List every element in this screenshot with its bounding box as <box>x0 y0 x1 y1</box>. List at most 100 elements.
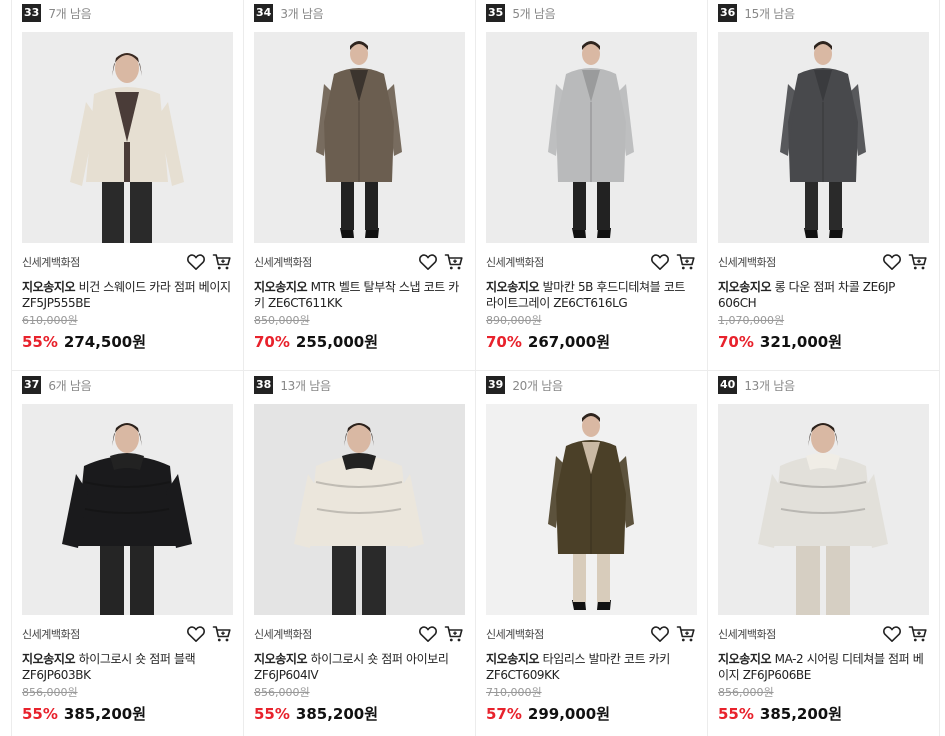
cart-icon[interactable] <box>212 625 232 643</box>
stock-remaining: 13개 남음 <box>744 378 795 393</box>
product-title[interactable]: 지오송지오 롱 다운 점퍼 차콜 ZE6JP 606CH <box>718 279 930 311</box>
sale-price: 267,000원 <box>527 333 611 351</box>
original-price: 856,000원 <box>718 686 774 699</box>
product-card-35[interactable]: 35 5개 남음 신세계백화점 지오송지오 발마칸 5B 후드디테쳐블 코트 라… <box>476 0 708 372</box>
brand-name: 지오송지오 <box>718 280 772 294</box>
model-photo <box>254 32 465 243</box>
discount-rate: 70% <box>254 333 290 351</box>
store-name: 신세계백화점 <box>718 628 776 641</box>
model-photo <box>718 404 929 615</box>
model-photo <box>22 404 233 615</box>
rank-badge: 34 <box>254 4 274 22</box>
model-photo <box>22 32 233 243</box>
product-image[interactable] <box>718 404 929 615</box>
brand-name: 지오송지오 <box>254 652 308 666</box>
rank-badge: 38 <box>254 376 274 394</box>
rank-badge: 36 <box>718 4 738 22</box>
product-image[interactable] <box>254 404 465 615</box>
product-title[interactable]: 지오송지오 발마칸 5B 후드디테쳐블 코트 라이트그레이 ZE6CT616LG <box>486 279 698 311</box>
heart-icon[interactable] <box>882 253 902 271</box>
store-name: 신세계백화점 <box>486 256 544 269</box>
sale-price: 274,500원 <box>63 333 147 351</box>
product-title[interactable]: 지오송지오 MA-2 시어링 디테쳐블 점퍼 베이지 ZF6JP606BE <box>718 651 930 683</box>
product-image[interactable] <box>486 404 697 615</box>
product-card-39[interactable]: 39 20개 남음 신세계백화점 지오송지오 타임리스 발마칸 코트 카키 ZF… <box>476 372 708 736</box>
original-price: 890,000원 <box>486 314 542 327</box>
brand-name: 지오송지오 <box>22 652 76 666</box>
heart-icon[interactable] <box>186 625 206 643</box>
store-name: 신세계백화점 <box>22 256 80 269</box>
product-image[interactable] <box>22 404 233 615</box>
cart-icon[interactable] <box>908 253 928 271</box>
heart-icon[interactable] <box>418 253 438 271</box>
rank-badge: 35 <box>486 4 506 22</box>
heart-icon[interactable] <box>650 625 670 643</box>
store-name: 신세계백화점 <box>254 628 312 641</box>
product-card-38[interactable]: 38 13개 남음 신세계백화점 지오송지오 하이그로시 숏 점퍼 아이보리 Z… <box>244 372 476 736</box>
store-name: 신세계백화점 <box>486 628 544 641</box>
product-card-40[interactable]: 40 13개 남음 신세계백화점 지오송지오 MA-2 시어링 디테쳐블 점퍼 … <box>708 372 940 736</box>
model-photo <box>486 32 697 243</box>
sale-price: 255,000원 <box>295 333 379 351</box>
product-image[interactable] <box>718 32 929 243</box>
product-card-34[interactable]: 34 3개 남음 신세계백화점 지오송지오 MTR 벨트 탈부착 스냅 코트 카… <box>244 0 476 372</box>
store-name: 신세계백화점 <box>254 256 312 269</box>
rank-badge: 40 <box>718 376 738 394</box>
cart-icon[interactable] <box>444 625 464 643</box>
sale-price: 299,000원 <box>527 705 611 723</box>
heart-icon[interactable] <box>418 625 438 643</box>
original-price: 1,070,000원 <box>718 314 785 327</box>
discount-rate: 55% <box>22 705 58 723</box>
original-price: 610,000원 <box>22 314 78 327</box>
brand-name: 지오송지오 <box>254 280 308 294</box>
discount-rate: 57% <box>486 705 522 723</box>
sale-price: 385,200원 <box>759 705 843 723</box>
product-image[interactable] <box>486 32 697 243</box>
product-card-37[interactable]: 37 6개 남음 신세계백화점 지오송지오 하이그로시 숏 점퍼 블랙 ZF6J… <box>12 372 244 736</box>
heart-icon[interactable] <box>882 625 902 643</box>
stock-remaining: 13개 남음 <box>280 378 331 393</box>
product-title[interactable]: 지오송지오 MTR 벨트 탈부착 스냅 코트 카키 ZE6CT611KK <box>254 279 466 311</box>
stock-remaining: 5개 남음 <box>512 6 556 21</box>
product-title[interactable]: 지오송지오 타임리스 발마칸 코트 카키 ZF6CT609KK <box>486 651 698 683</box>
brand-name: 지오송지오 <box>486 652 540 666</box>
product-title[interactable]: 지오송지오 하이그로시 숏 점퍼 블랙 ZF6JP603BK <box>22 651 234 683</box>
cart-icon[interactable] <box>676 625 696 643</box>
product-image[interactable] <box>22 32 233 243</box>
model-photo <box>254 404 465 615</box>
discount-rate: 55% <box>718 705 754 723</box>
sale-price: 385,200원 <box>295 705 379 723</box>
discount-rate: 55% <box>22 333 58 351</box>
rank-badge: 33 <box>22 4 42 22</box>
rank-badge: 37 <box>22 376 42 394</box>
original-price: 856,000원 <box>22 686 78 699</box>
cart-icon[interactable] <box>212 253 232 271</box>
stock-remaining: 15개 남음 <box>744 6 795 21</box>
cart-icon[interactable] <box>908 625 928 643</box>
heart-icon[interactable] <box>186 253 206 271</box>
discount-rate: 70% <box>718 333 754 351</box>
sale-price: 321,000원 <box>759 333 843 351</box>
stock-remaining: 3개 남음 <box>280 6 324 21</box>
stock-remaining: 7개 남음 <box>48 6 92 21</box>
discount-rate: 70% <box>486 333 522 351</box>
model-photo <box>486 404 697 615</box>
heart-icon[interactable] <box>650 253 670 271</box>
sale-price: 385,200원 <box>63 705 147 723</box>
product-title[interactable]: 지오송지오 하이그로시 숏 점퍼 아이보리 ZF6JP604IV <box>254 651 466 683</box>
brand-name: 지오송지오 <box>486 280 540 294</box>
stock-remaining: 20개 남음 <box>512 378 563 393</box>
original-price: 856,000원 <box>254 686 310 699</box>
product-image[interactable] <box>254 32 465 243</box>
product-card-36[interactable]: 36 15개 남음 신세계백화점 지오송지오 롱 다운 점퍼 차콜 ZE6JP … <box>708 0 940 372</box>
stock-remaining: 6개 남음 <box>48 378 92 393</box>
store-name: 신세계백화점 <box>22 628 80 641</box>
cart-icon[interactable] <box>444 253 464 271</box>
original-price: 710,000원 <box>486 686 542 699</box>
product-title[interactable]: 지오송지오 비건 스웨이드 카라 점퍼 베이지 ZF5JP555BE <box>22 279 234 311</box>
cart-icon[interactable] <box>676 253 696 271</box>
model-photo <box>718 32 929 243</box>
brand-name: 지오송지오 <box>22 280 76 294</box>
discount-rate: 55% <box>254 705 290 723</box>
product-card-33[interactable]: 33 7개 남음 신세계백화점 지오송지오 비건 스웨이드 카라 점퍼 베이지 … <box>12 0 244 372</box>
